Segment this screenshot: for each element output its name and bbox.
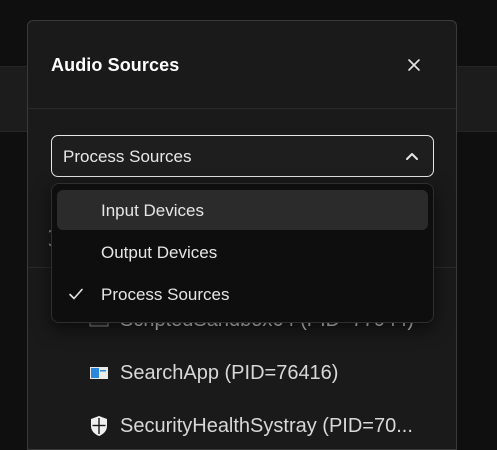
process-item-securityhealthsystray[interactable]: SecurityHealthSystray (PID=70... (88, 411, 413, 441)
process-label: SearchApp (PID=76416) (120, 361, 339, 384)
process-label: SecurityHealthSystray (PID=70... (120, 414, 413, 437)
option-label: Process Sources (101, 285, 230, 304)
source-type-select[interactable]: Process Sources (51, 135, 434, 177)
close-icon (408, 59, 420, 71)
checkmark-icon (69, 288, 83, 300)
dialog-header: Audio Sources (28, 21, 456, 109)
option-output-devices[interactable]: Output Devices (57, 232, 428, 272)
dialog-title: Audio Sources (51, 55, 180, 75)
select-value: Process Sources (63, 147, 192, 166)
app-window-icon (88, 362, 110, 384)
option-label: Output Devices (101, 243, 218, 262)
option-label: Input Devices (101, 201, 204, 220)
shield-icon (88, 415, 110, 437)
source-type-dropdown: Input Devices Output Devices Process Sou… (51, 183, 434, 323)
option-input-devices[interactable]: Input Devices (57, 190, 428, 230)
close-button[interactable] (400, 51, 428, 79)
process-item-searchapp[interactable]: SearchApp (PID=76416) (88, 358, 338, 388)
option-process-sources[interactable]: Process Sources (57, 274, 428, 314)
chevron-up-icon (406, 153, 418, 160)
